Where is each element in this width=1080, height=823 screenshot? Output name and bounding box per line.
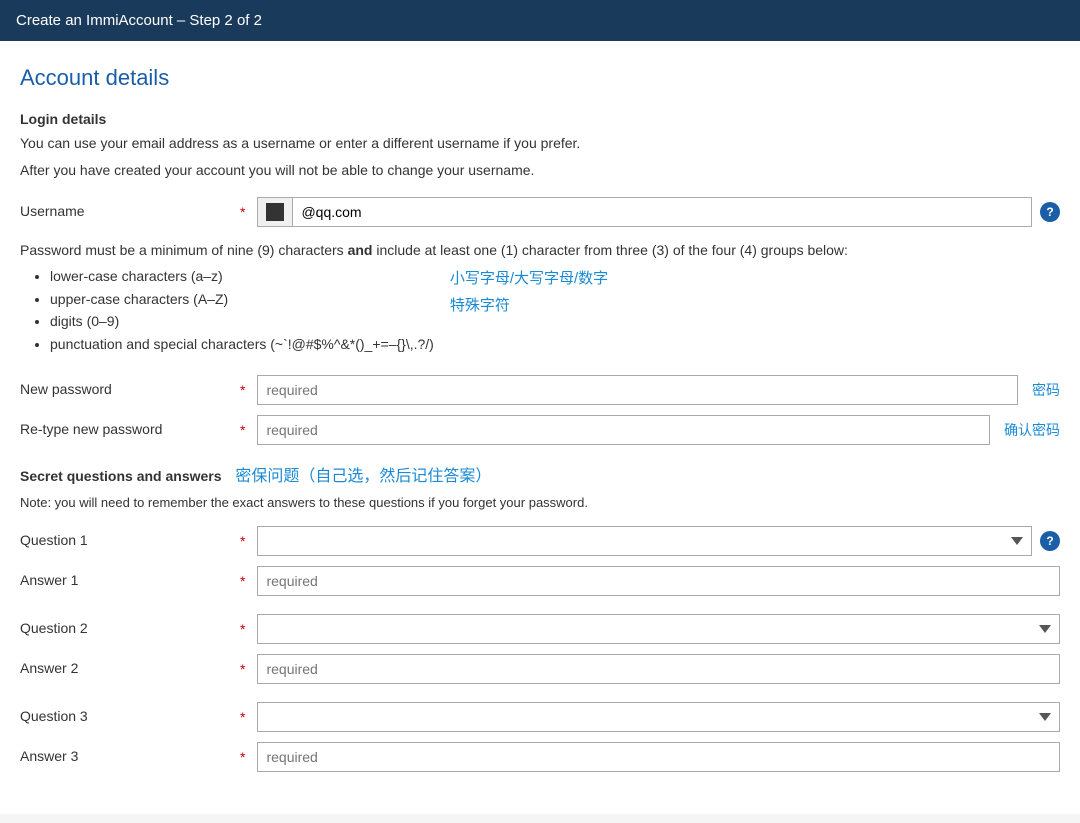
question2-label: Question 2 [20,614,240,636]
password-rule-4: punctuation and special characters (~`!@… [50,333,434,355]
new-password-control: * 密码 [240,375,1060,405]
login-section-label: Login details [20,111,1060,127]
header-bar: Create an ImmiAccount – Step 2 of 2 [0,0,1080,41]
question1-help-icon[interactable]: ? [1040,531,1060,551]
page-title: Account details [20,65,1060,91]
username-input[interactable] [292,197,1032,227]
page-wrapper: Create an ImmiAccount – Step 2 of 2 Acco… [0,0,1080,814]
username-required-star: * [240,204,245,220]
password-rules-list: lower-case characters (a–z) upper-case c… [50,265,434,355]
username-row: Username * ? [20,197,1060,227]
answer1-control: * [240,566,1060,596]
question3-required-star: * [240,709,245,725]
question3-label: Question 3 [20,702,240,724]
question2-required-star: * [240,621,245,637]
login-description1: You can use your email address as a user… [20,133,1060,154]
login-description2: After you have created your account you … [20,160,1060,181]
answer3-row: Answer 3 * [20,742,1060,772]
main-content: Account details Login details You can us… [0,41,1080,814]
retype-password-chinese-hint: 确认密码 [1004,420,1060,440]
username-label: Username [20,197,240,219]
answer2-control: * [240,654,1060,684]
retype-password-label: Re-type new password [20,415,240,437]
question3-select[interactable] [257,702,1060,732]
answer1-required-star: * [240,573,245,589]
question1-label: Question 1 [20,526,240,548]
answer3-control: * [240,742,1060,772]
username-black-square [266,203,284,221]
answer3-label: Answer 3 [20,742,240,764]
header-title: Create an ImmiAccount – Step 2 of 2 [16,12,262,29]
username-control: * ? [240,197,1060,227]
question2-row: Question 2 * [20,614,1060,644]
answer2-required-star: * [240,661,245,677]
new-password-label: New password [20,375,240,397]
retype-password-input[interactable] [257,415,990,445]
password-rules-section: Password must be a minimum of nine (9) c… [20,239,1060,359]
secret-chinese-annotation: 密保问题（自己选，然后记住答案） [235,468,491,485]
question1-control: * ? [240,526,1060,556]
new-password-chinese-hint: 密码 [1032,380,1060,400]
username-help-icon[interactable]: ? [1040,202,1060,222]
question3-control: * [240,702,1060,732]
answer1-label: Answer 1 [20,566,240,588]
question2-control: * [240,614,1060,644]
secret-section-label: Secret questions and answers [20,468,222,484]
username-field-wrap [257,197,1032,227]
answer2-row: Answer 2 * [20,654,1060,684]
answer1-row: Answer 1 * [20,566,1060,596]
new-password-input[interactable] [257,375,1018,405]
question3-row: Question 3 * [20,702,1060,732]
answer3-required-star: * [240,749,245,765]
new-password-row: New password * 密码 [20,375,1060,405]
retype-password-row: Re-type new password * 确认密码 [20,415,1060,445]
password-rule-3: digits (0–9) [50,310,434,332]
password-rule-1: lower-case characters (a–z) [50,265,434,287]
password-chinese-annotation: 小写字母/大写字母/数字特殊字符 [450,265,608,319]
question1-required-star: * [240,533,245,549]
retype-password-control: * 确认密码 [240,415,1060,445]
username-prefix [257,197,292,227]
answer3-input[interactable] [257,742,1060,772]
secret-section-note: Note: you will need to remember the exac… [20,495,1060,510]
question1-select[interactable] [257,526,1032,556]
answer2-label: Answer 2 [20,654,240,676]
retype-password-required-star: * [240,422,245,438]
question2-select[interactable] [257,614,1060,644]
password-rules-intro: Password must be a minimum of nine (9) c… [20,239,1060,261]
answer1-input[interactable] [257,566,1060,596]
secret-section-header: Secret questions and answers 密保问题（自己选，然后… [20,465,1060,489]
new-password-required-star: * [240,382,245,398]
answer2-input[interactable] [257,654,1060,684]
question1-row: Question 1 * ? [20,526,1060,556]
password-rule-2: upper-case characters (A–Z) [50,288,434,310]
